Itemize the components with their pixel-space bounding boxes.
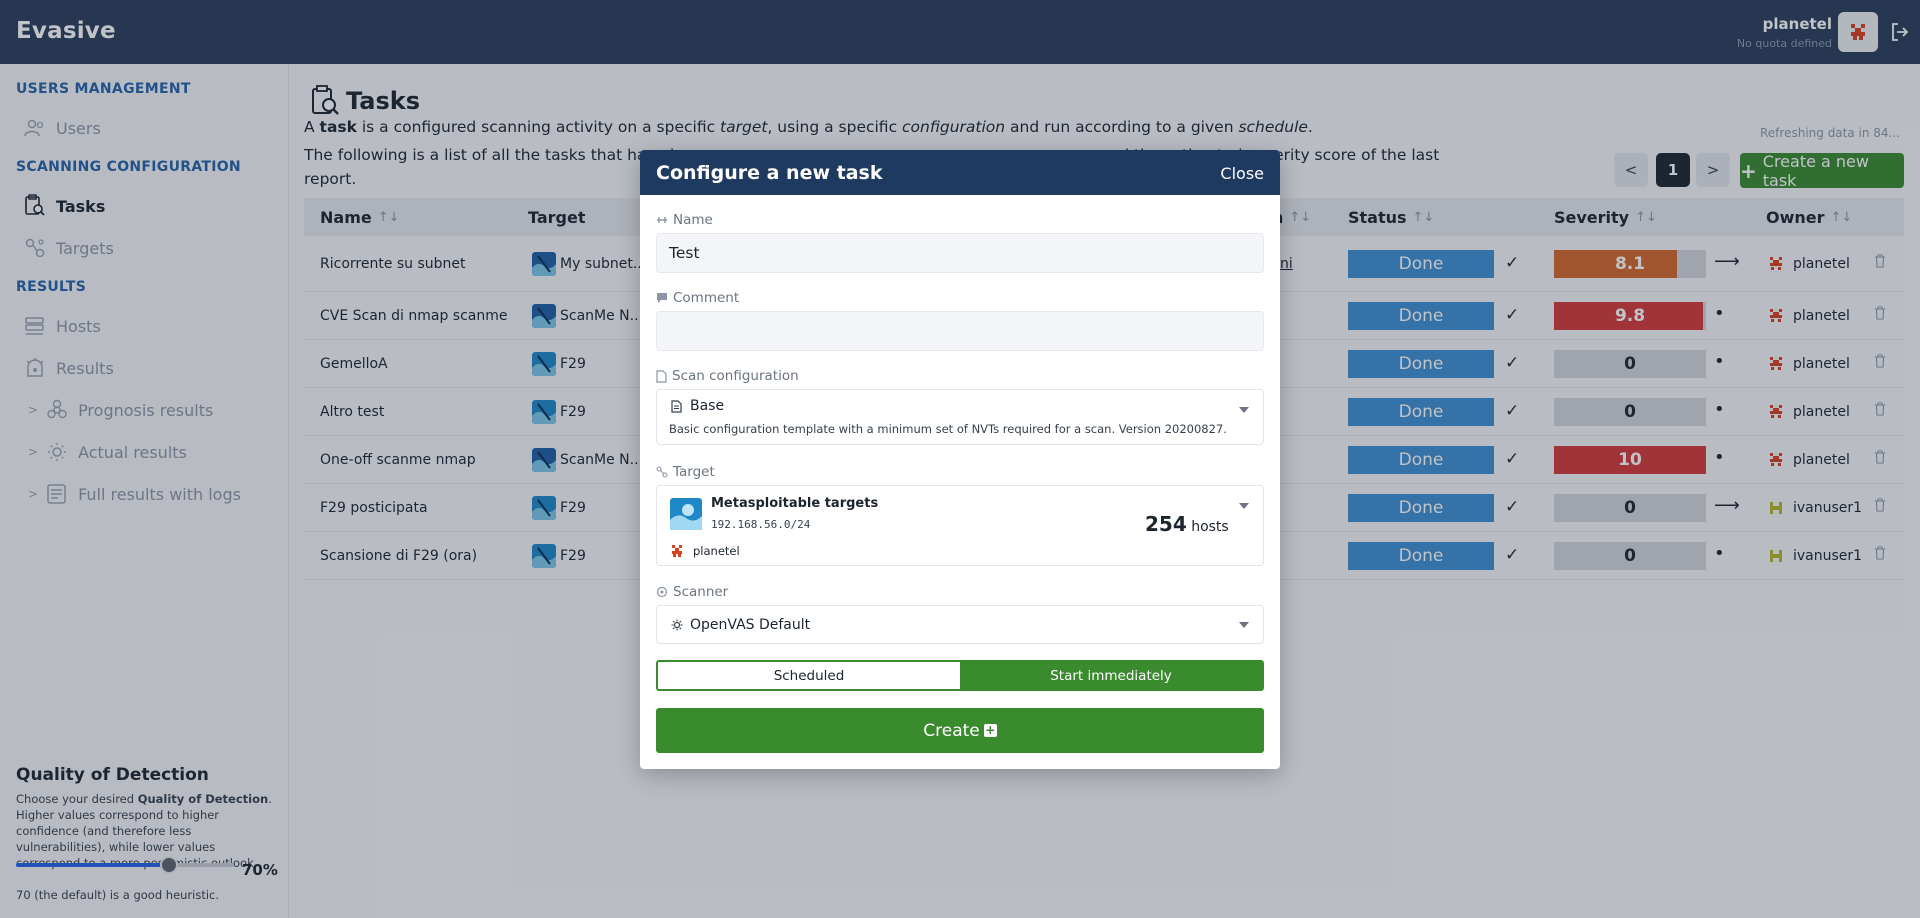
target-ip: 192.168.56.0/24	[711, 518, 811, 531]
chevron-down-icon	[1239, 503, 1249, 509]
comment-input[interactable]	[656, 311, 1264, 351]
comment-icon	[657, 293, 667, 303]
target-hosts-count: 254	[1145, 512, 1187, 536]
configure-task-modal: Configure a new task Close Name Test Com…	[640, 150, 1280, 769]
target-hosts-label: hosts	[1191, 519, 1229, 535]
modal-title: Configure a new task	[656, 162, 883, 184]
scan-config-select[interactable]: Base Basic configuration template with a…	[656, 389, 1264, 445]
document-icon	[656, 369, 667, 383]
close-button[interactable]: Close	[1220, 164, 1264, 183]
target-label: Target	[656, 464, 715, 480]
scanner-label: Scanner	[656, 584, 728, 600]
scanner-select[interactable]: OpenVAS Default	[656, 605, 1264, 644]
owner-avatar-icon	[672, 545, 682, 557]
run-mode-toggle: Scheduled Start immediately	[656, 660, 1264, 691]
start-immediately-option[interactable]: Start immediately	[960, 662, 1262, 689]
gear-icon	[671, 619, 683, 631]
plus-square-icon: +	[983, 723, 997, 737]
text-cursor-icon	[657, 217, 667, 223]
create-button-label: Create	[923, 720, 980, 741]
target-logo-icon	[670, 498, 702, 530]
target-owner: planetel	[693, 544, 740, 558]
document-icon	[671, 399, 682, 413]
target-name: Metasploitable targets	[711, 496, 879, 511]
target-icon	[656, 466, 668, 478]
scan-config-description: Basic configuration template with a mini…	[669, 422, 1227, 436]
comment-label: Comment	[656, 290, 739, 306]
scheduled-option[interactable]: Scheduled	[658, 662, 960, 689]
scanner-selected: OpenVAS Default	[671, 617, 810, 633]
chevron-down-icon	[1239, 622, 1249, 628]
scanner-icon	[656, 586, 668, 598]
modal-header: Configure a new task Close	[640, 150, 1280, 195]
target-hosts: 254 hosts	[1145, 512, 1229, 536]
target-select[interactable]: Metasploitable targets 192.168.56.0/24 2…	[656, 485, 1264, 566]
name-label: Name	[656, 212, 713, 228]
scan-config-selected: Base	[671, 398, 724, 414]
scan-config-label: Scan configuration	[656, 368, 799, 384]
create-button[interactable]: Create +	[656, 708, 1264, 753]
task-name-input[interactable]: Test	[656, 233, 1264, 273]
chevron-down-icon	[1239, 407, 1249, 413]
